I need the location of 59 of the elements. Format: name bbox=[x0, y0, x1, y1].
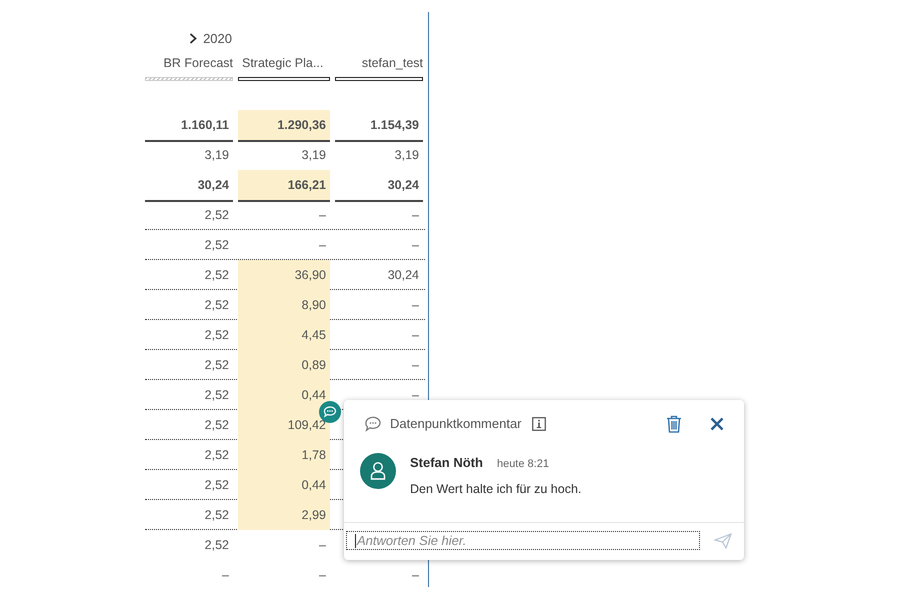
table-cell: 109,42 bbox=[238, 410, 330, 440]
table-cell-text: 3,19 bbox=[394, 147, 420, 164]
author-name: Stefan Nöth bbox=[410, 454, 483, 470]
table-cell-text: 2,52 bbox=[204, 207, 230, 224]
table-cell-text: 2,52 bbox=[204, 447, 230, 464]
year-label: 2020 bbox=[203, 30, 232, 46]
table-cell: 30,24 bbox=[145, 170, 233, 202]
table-cell-text: – bbox=[318, 537, 327, 554]
table-cell-text: 2,52 bbox=[204, 327, 230, 344]
column-header[interactable]: stefan_test bbox=[335, 56, 423, 72]
table-cell-text: 3,19 bbox=[300, 147, 327, 164]
table-cell-text: 2,52 bbox=[204, 417, 230, 434]
table-cell-text: – bbox=[318, 237, 327, 254]
table-cell: 166,21 bbox=[238, 170, 330, 202]
comment-text: Den Wert halte ich für zu hoch. bbox=[410, 482, 582, 496]
reply-field[interactable]: Antworten Sie hier. bbox=[346, 531, 700, 550]
table-cell-text: – bbox=[221, 567, 230, 584]
table-cell: 2,99 bbox=[238, 500, 330, 530]
table-cell-text: – bbox=[411, 567, 420, 584]
table-cell-text: 3,19 bbox=[204, 147, 230, 164]
table-cell-text: – bbox=[318, 567, 327, 584]
table-cell-text: 2,52 bbox=[204, 237, 230, 254]
table-cell: 0,44 bbox=[238, 380, 330, 410]
table-cell: 36,90 bbox=[238, 260, 330, 290]
table-cell-text: – bbox=[411, 207, 420, 224]
column-header[interactable]: Strategic Pla... bbox=[238, 56, 330, 72]
table-cell: 1.154,39 bbox=[335, 110, 423, 142]
table-cell-text: 2,52 bbox=[204, 387, 230, 404]
table-cell: 8,90 bbox=[238, 290, 330, 320]
table-cell: 0,89 bbox=[238, 350, 330, 380]
table-cell-text: 2,52 bbox=[204, 477, 230, 494]
year-expander[interactable]: 2020 bbox=[189, 28, 232, 48]
table-cell-text: – bbox=[411, 327, 420, 344]
table-cell-text: – bbox=[318, 207, 327, 224]
table-cell-text: – bbox=[411, 357, 420, 374]
delete-icon[interactable] bbox=[666, 414, 682, 433]
table-cell-text: 30,24 bbox=[386, 267, 420, 284]
close-icon[interactable] bbox=[710, 416, 724, 431]
chevron-icon bbox=[189, 32, 198, 44]
table-cell: 1.290,36 bbox=[238, 110, 330, 142]
table-cell-text: – bbox=[411, 297, 420, 314]
table-cell: 1,78 bbox=[238, 440, 330, 470]
comment-time: heute 8:21 bbox=[496, 458, 549, 470]
table-cell: 4,45 bbox=[238, 320, 330, 350]
table-cell: 0,44 bbox=[238, 470, 330, 500]
table-cell-text: 2,52 bbox=[204, 537, 230, 554]
table-cell-text: 2,52 bbox=[204, 357, 230, 374]
column-header[interactable]: BR Forecast bbox=[145, 56, 233, 72]
table-cell-text: – bbox=[411, 237, 420, 254]
table-cell-text: 2,52 bbox=[204, 267, 230, 284]
speech-bubble-icon bbox=[364, 416, 382, 432]
info-icon[interactable] bbox=[532, 416, 546, 431]
table-cell-text: 2,52 bbox=[204, 297, 230, 314]
table-cell-text: 2,52 bbox=[204, 507, 230, 524]
table-cell: 1.160,11 bbox=[145, 110, 233, 142]
table-cell-text: – bbox=[411, 387, 420, 404]
avatar-icon bbox=[360, 452, 396, 489]
table-cell: 30,24 bbox=[335, 170, 423, 202]
popup-title: Datenpunktkommentar bbox=[390, 416, 522, 432]
